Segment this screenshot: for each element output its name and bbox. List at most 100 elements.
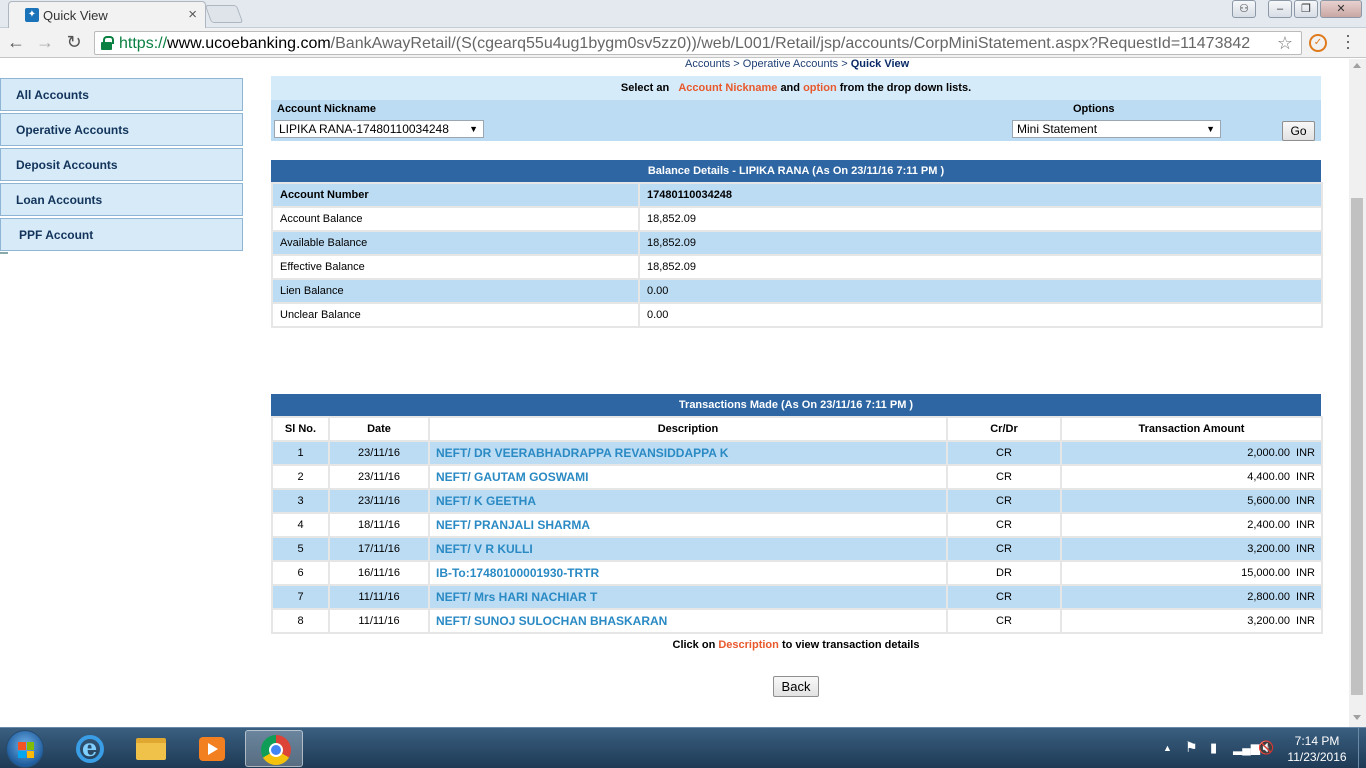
breadcrumb-current: Quick View — [850, 59, 910, 70]
sidebar-item-operative-accounts[interactable]: Operative Accounts — [0, 113, 243, 146]
currency-code: INR — [1296, 543, 1315, 555]
amount-value: 15,000.00 — [1241, 567, 1291, 579]
cell-sl-no: 8 — [271, 608, 330, 634]
column-header-date: Date — [328, 416, 430, 442]
transaction-description-link[interactable]: NEFT/ Mrs HARI NACHIAR T — [436, 590, 597, 604]
taskbar-chrome[interactable] — [245, 730, 303, 767]
show-desktop-button[interactable] — [1358, 728, 1366, 768]
vertical-scrollbar[interactable] — [1349, 59, 1366, 727]
cell-sl-no: 6 — [271, 560, 330, 586]
url-text[interactable]: https://www.ucoebanking.com/BankAwayReta… — [119, 35, 1250, 53]
hint-highlight-nickname: Account Nickname — [678, 82, 778, 94]
cell-sl-no: 2 — [271, 464, 330, 490]
go-button[interactable]: Go — [1282, 121, 1315, 141]
divider — [0, 252, 8, 254]
user-profile-icon[interactable]: ⚇ — [1232, 0, 1256, 18]
table-row: 3 23/11/16 NEFT/ K GEETHA CR 5,600.00 INR — [271, 488, 1323, 514]
scroll-down-arrow-icon[interactable] — [1353, 715, 1361, 720]
transaction-description-link[interactable]: NEFT/ GAUTAM GOSWAMI — [436, 470, 588, 484]
amount-value: 3,200.00 — [1247, 615, 1291, 627]
folder-icon — [136, 738, 166, 760]
breadcrumb-operative-accounts[interactable]: Operative Accounts — [743, 59, 838, 70]
balance-value: 17480110034248 — [638, 182, 1323, 208]
balance-row: Effective Balance 18,852.09 — [271, 254, 1323, 280]
browser-tab[interactable]: ✦ Quick View × — [8, 1, 206, 28]
currency-code: INR — [1296, 567, 1315, 579]
transaction-description-link[interactable]: NEFT/ V R KULLI — [436, 542, 533, 556]
network-signal-icon[interactable]: ▂▄▆ — [1233, 741, 1260, 755]
transaction-description-link[interactable]: NEFT/ SUNOJ SULOCHAN BHASKARAN — [436, 614, 667, 628]
hint-highlight-option: option — [803, 82, 837, 94]
balance-label: Lien Balance — [271, 278, 640, 304]
balance-row: Available Balance 18,852.09 — [271, 230, 1323, 256]
volume-muted-icon[interactable]: 🔇 — [1258, 740, 1274, 756]
dropdown-caret-icon: ▼ — [469, 124, 478, 134]
amount-value: 2,800.00 — [1247, 591, 1291, 603]
balance-details-title: Balance Details - LIPIKA RANA (As On 23/… — [271, 160, 1321, 182]
back-arrow-icon[interactable]: ← — [4, 32, 28, 53]
battery-icon[interactable]: ▮ — [1210, 740, 1217, 756]
tab-title: Quick View — [43, 8, 108, 23]
extension-icon[interactable]: ✓ — [1309, 34, 1327, 52]
transaction-description-link[interactable]: NEFT/ PRANJALI SHARMA — [436, 518, 590, 532]
cell-sl-no: 3 — [271, 488, 330, 514]
sidebar-item-ppf-account[interactable]: PPF Account — [0, 218, 243, 251]
show-hidden-icons-arrow-icon[interactable]: ▲ — [1163, 743, 1172, 753]
amount-value: 4,400.00 — [1247, 471, 1291, 483]
url-scheme: https:// — [119, 35, 168, 52]
hint-text: Select an — [620, 82, 670, 94]
taskbar-media-player[interactable] — [182, 730, 240, 767]
currency-code: INR — [1296, 591, 1315, 603]
transaction-description-link[interactable]: IB-To:17480100001930-TRTR — [436, 566, 599, 580]
balance-row: Unclear Balance 0.00 — [271, 302, 1323, 328]
breadcrumb-accounts[interactable]: Accounts — [685, 59, 730, 70]
transactions-table: Sl No. Date Description Cr/Dr Transactio… — [271, 416, 1323, 634]
start-button[interactable] — [6, 730, 44, 768]
cell-date: 11/11/16 — [328, 584, 430, 610]
chrome-menu-icon[interactable]: · · · — [1340, 26, 1356, 56]
address-bar[interactable]: https://www.ucoebanking.com/BankAwayReta… — [94, 31, 1302, 55]
cell-amount: 2,800.00 INR — [1060, 584, 1323, 610]
minimize-button[interactable]: – — [1268, 0, 1292, 18]
balance-value: 18,852.09 — [638, 254, 1323, 280]
amount-value: 2,400.00 — [1247, 519, 1291, 531]
taskbar-file-explorer[interactable] — [121, 730, 179, 767]
cell-cr-dr: CR — [946, 488, 1062, 514]
hint-highlight-description: Description — [718, 639, 779, 651]
system-clock[interactable]: 7:14 PM 11/23/2016 — [1278, 733, 1356, 765]
page-viewport: All Accounts Operative Accounts Deposit … — [0, 59, 1349, 727]
cell-sl-no: 7 — [271, 584, 330, 610]
scroll-up-arrow-icon[interactable] — [1353, 63, 1361, 68]
dropdown-caret-icon: ▼ — [1206, 124, 1215, 134]
scroll-thumb[interactable] — [1351, 198, 1363, 695]
balance-value: 0.00 — [638, 302, 1323, 328]
table-row: 1 23/11/16 NEFT/ DR VEERABHADRAPPA REVANSI… — [271, 440, 1323, 466]
currency-code: INR — [1296, 447, 1315, 459]
action-center-flag-icon[interactable]: ⚑ — [1185, 739, 1198, 756]
bookmark-star-icon[interactable]: ☆ — [1277, 33, 1293, 54]
cell-amount: 3,200.00 INR — [1060, 608, 1323, 634]
sidebar: All Accounts Operative Accounts Deposit … — [0, 78, 243, 253]
taskbar-internet-explorer[interactable] — [60, 730, 118, 767]
restore-button[interactable]: ❐ — [1294, 0, 1318, 18]
cell-amount: 2,000.00 INR — [1060, 440, 1323, 466]
back-button[interactable]: Back — [773, 676, 819, 697]
cell-description: NEFT/ PRANJALI SHARMA — [428, 512, 948, 538]
hint-text: from the drop down lists. — [839, 82, 972, 94]
sidebar-item-all-accounts[interactable]: All Accounts — [0, 78, 243, 111]
tab-close-icon[interactable]: × — [188, 6, 197, 23]
transaction-description-link[interactable]: NEFT/ K GEETHA — [436, 494, 536, 508]
sidebar-item-loan-accounts[interactable]: Loan Accounts — [0, 183, 243, 216]
sidebar-item-deposit-accounts[interactable]: Deposit Accounts — [0, 148, 243, 181]
new-tab-button[interactable] — [204, 5, 244, 23]
transaction-description-link[interactable]: NEFT/ DR VEERABHADRAPPA REVANSIDDAPPA K — [436, 446, 728, 460]
reload-icon[interactable]: ↻ — [62, 32, 86, 53]
column-header-cr-dr: Cr/Dr — [946, 416, 1062, 442]
cell-date: 23/11/16 — [328, 440, 430, 466]
cell-description: IB-To:17480100001930-TRTR — [428, 560, 948, 586]
cell-description: NEFT/ DR VEERABHADRAPPA REVANSIDDAPPA K — [428, 440, 948, 466]
close-window-button[interactable]: ✕ — [1320, 0, 1362, 18]
options-select[interactable]: Mini Statement ▼ — [1012, 120, 1221, 138]
forward-arrow-icon[interactable]: → — [33, 32, 57, 53]
account-nickname-select[interactable]: LIPIKA RANA-17480110034248 ▼ — [274, 120, 484, 138]
